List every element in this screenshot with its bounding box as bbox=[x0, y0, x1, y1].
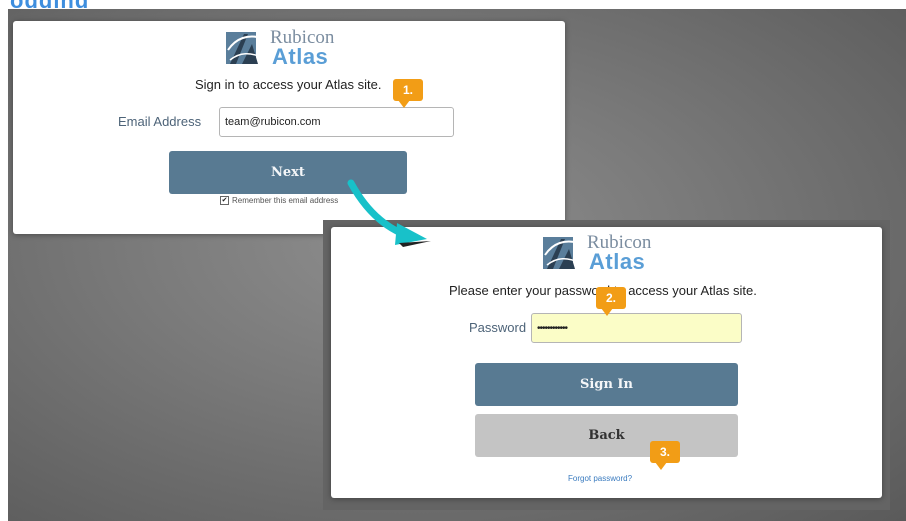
remember-email-option[interactable]: ✔ Remember this email address bbox=[220, 196, 338, 205]
forgot-password-link[interactable]: Forgot password? bbox=[568, 474, 632, 483]
rubicon-atlas-logo-icon bbox=[226, 32, 265, 64]
callout-step-3: 3. bbox=[650, 441, 680, 470]
step-arrow-icon bbox=[347, 179, 431, 247]
sign-in-button[interactable]: Sign In bbox=[475, 363, 738, 406]
email-label: Email Address bbox=[118, 114, 202, 129]
callout-step-1: 1. bbox=[393, 79, 423, 108]
remember-email-checkbox[interactable]: ✔ bbox=[220, 196, 229, 205]
remember-email-label: Remember this email address bbox=[232, 196, 339, 205]
logo-product-text: Atlas bbox=[272, 44, 329, 69]
section-title-fragment: ogging bbox=[10, 0, 120, 8]
back-button[interactable]: Back bbox=[475, 414, 738, 457]
callout-step-2: 2. bbox=[596, 287, 626, 316]
email-field[interactable] bbox=[219, 107, 454, 137]
password-field[interactable] bbox=[531, 313, 742, 343]
top-strip bbox=[0, 0, 906, 9]
logo-product-text: Atlas bbox=[589, 249, 646, 274]
password-label: Password bbox=[469, 320, 527, 335]
rubicon-atlas-logo-icon bbox=[543, 237, 582, 269]
email-step-instruction: Sign in to access your Atlas site. bbox=[195, 77, 382, 92]
